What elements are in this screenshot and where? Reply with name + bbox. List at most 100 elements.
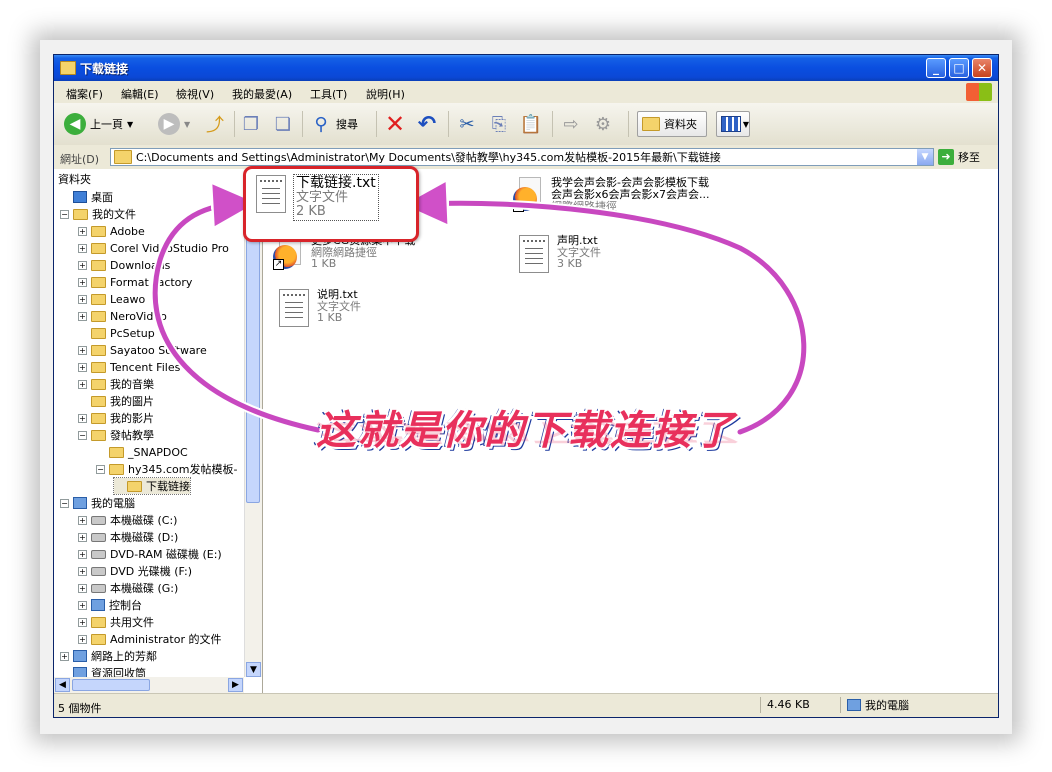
expand-icon[interactable]: + (78, 277, 87, 287)
paste-button[interactable]: 📋 (520, 109, 542, 139)
expand-icon[interactable]: + (60, 651, 69, 661)
expand-icon[interactable]: + (78, 311, 87, 321)
copy-to-icon: ❏ (274, 113, 292, 135)
tree-item[interactable]: + Administrator 的文件 (78, 631, 221, 647)
share-button[interactable]: ⇨ (560, 109, 582, 139)
tree-item[interactable]: + 網路上的芳鄰 (60, 648, 157, 664)
views-button[interactable]: ▼ (716, 111, 750, 137)
tree-item[interactable]: + 我的影片 (78, 410, 154, 426)
up-folder-button[interactable]: ⤴ (204, 109, 226, 139)
expand-icon[interactable]: + (78, 345, 87, 355)
expand-icon[interactable]: + (78, 532, 87, 542)
tree-item[interactable]: + 我的音樂 (78, 376, 154, 392)
address-input[interactable]: C:\Documents and Settings\Administrator\… (110, 148, 934, 166)
back-dropdown-icon[interactable]: ▼ (127, 120, 133, 129)
scroll-left-icon[interactable]: ◀ (55, 678, 70, 692)
tree-item[interactable]: + 控制台 (78, 597, 142, 613)
expand-icon[interactable]: + (78, 583, 87, 593)
address-dropdown-icon[interactable]: ▼ (917, 149, 933, 165)
expand-icon[interactable]: + (78, 243, 87, 253)
tree-item[interactable]: − hy345.com发帖模板- (96, 461, 237, 477)
menu-view[interactable]: 檢視(V) (176, 86, 214, 102)
properties-button[interactable]: ⚙ (592, 109, 614, 139)
tree-item[interactable]: + DVD 光碟機 (F:) (78, 563, 192, 579)
scroll-down-icon[interactable]: ▼ (246, 662, 261, 677)
expand-icon[interactable]: + (78, 362, 87, 372)
expand-icon[interactable]: + (78, 260, 87, 270)
tree-item[interactable]: PcSetup (78, 325, 155, 341)
drive-icon (91, 515, 106, 525)
tree-item[interactable]: + NeroVideo (78, 308, 167, 324)
search-button[interactable]: ⚲ 搜尋 (310, 109, 358, 139)
file-item[interactable]: 声明.txt 文字文件 3 KB (519, 235, 601, 273)
tree-item[interactable]: + Leawo (78, 291, 145, 307)
title-bar[interactable]: 下载链接 _ □ ✕ (54, 55, 998, 81)
scrollbar-thumb[interactable] (72, 679, 150, 691)
tree-item[interactable]: + Sayatoo Software (78, 342, 207, 358)
tree-item[interactable]: + 本機磁碟 (C:) (78, 512, 177, 528)
expand-icon[interactable]: + (78, 515, 87, 525)
menu-file[interactable]: 檔案(F) (66, 86, 103, 102)
tree-item[interactable]: + 本機磁碟 (D:) (78, 529, 178, 545)
menu-bar: 檔案(F) 編輯(E) 檢視(V) 我的最愛(A) 工具(T) 說明(H) (54, 81, 998, 104)
tree-item[interactable]: + DVD-RAM 磁碟機 (E:) (78, 546, 222, 562)
close-button[interactable]: ✕ (972, 58, 992, 78)
tree-item[interactable]: − 我的電腦 (60, 495, 135, 511)
expand-icon[interactable]: + (78, 600, 87, 610)
folder-icon (91, 327, 106, 339)
back-button[interactable]: ◀ 上一頁 ▼ (64, 109, 133, 139)
file-item[interactable]: ↗ 我学会声会影-会声会影模板下载 会声会影x6会声会影x7会声会... 網際網… (513, 177, 710, 215)
menu-tools[interactable]: 工具(T) (310, 86, 347, 102)
forward-dropdown-icon[interactable]: ▼ (184, 120, 190, 129)
minimize-button[interactable]: _ (926, 58, 946, 78)
undo-button[interactable]: ↶ (416, 109, 438, 139)
tree-item[interactable]: + Format Factory (78, 274, 192, 290)
cut-button[interactable]: ✂ (456, 109, 478, 139)
tree-item[interactable]: _SNAPDOC (96, 444, 188, 460)
expand-icon[interactable]: + (78, 566, 87, 576)
tree-item[interactable]: + 共用文件 (78, 614, 154, 630)
menu-edit[interactable]: 編輯(E) (121, 86, 159, 102)
expand-icon[interactable]: + (78, 634, 87, 644)
tree-item[interactable]: + Downloads (78, 257, 170, 273)
tree-item[interactable]: + Adobe (78, 223, 145, 239)
collapse-icon[interactable]: − (60, 209, 69, 219)
scroll-right-icon[interactable]: ▶ (228, 678, 243, 692)
expand-icon[interactable]: + (78, 413, 87, 423)
copy-to-button[interactable]: ❏ (272, 109, 294, 139)
file-item[interactable]: 说明.txt 文字文件 1 KB (279, 289, 361, 327)
tree-horizontal-scrollbar[interactable]: ◀ ▶ (54, 677, 244, 693)
scrollbar-thumb[interactable] (246, 183, 260, 503)
expand-icon[interactable]: + (78, 294, 87, 304)
expand-icon[interactable]: + (78, 617, 87, 627)
collapse-icon[interactable]: − (96, 464, 105, 474)
expand-icon[interactable]: + (78, 379, 87, 389)
menu-favorites[interactable]: 我的最愛(A) (232, 86, 292, 102)
tree-item[interactable]: + Tencent Files (78, 359, 180, 375)
copy-button[interactable]: ⎘ (488, 109, 510, 139)
tree-item-label: 共用文件 (110, 616, 154, 629)
collapse-icon[interactable]: − (78, 430, 87, 440)
tree-vertical-scrollbar[interactable]: ▼ (244, 183, 262, 677)
file-item[interactable]: ↗ 更多CG资源集中下载 網際網路捷徑 1 KB (273, 235, 415, 273)
tree-item[interactable]: 我的圖片 (78, 393, 154, 409)
folders-button[interactable]: 資料夾 (637, 111, 707, 137)
tree-item[interactable]: + 本機磁碟 (G:) (78, 580, 178, 596)
expand-icon[interactable]: + (78, 549, 87, 559)
tree-item[interactable]: + Corel VideoStudio Pro (78, 240, 229, 256)
menu-help[interactable]: 說明(H) (366, 86, 405, 102)
move-to-button[interactable]: ❐ (240, 109, 262, 139)
expand-icon[interactable]: + (78, 226, 87, 236)
tree-item[interactable]: 下载链接 (113, 477, 191, 495)
delete-button[interactable]: ✕ (384, 109, 406, 139)
status-size: 4.46 KB (760, 697, 843, 713)
tree-item[interactable]: − 我的文件 (60, 206, 136, 222)
tree-item[interactable]: 桌面 (60, 189, 113, 205)
tree-item[interactable]: − 發帖教學 (78, 427, 154, 443)
go-button[interactable]: ➜ 移至 (938, 149, 980, 165)
maximize-button[interactable]: □ (949, 58, 969, 78)
collapse-icon[interactable]: − (60, 498, 69, 508)
status-object-count: 5 個物件 (58, 702, 102, 715)
tree-item-label: 發帖教學 (110, 429, 154, 442)
forward-button[interactable]: ▶ ▼ (158, 109, 190, 139)
